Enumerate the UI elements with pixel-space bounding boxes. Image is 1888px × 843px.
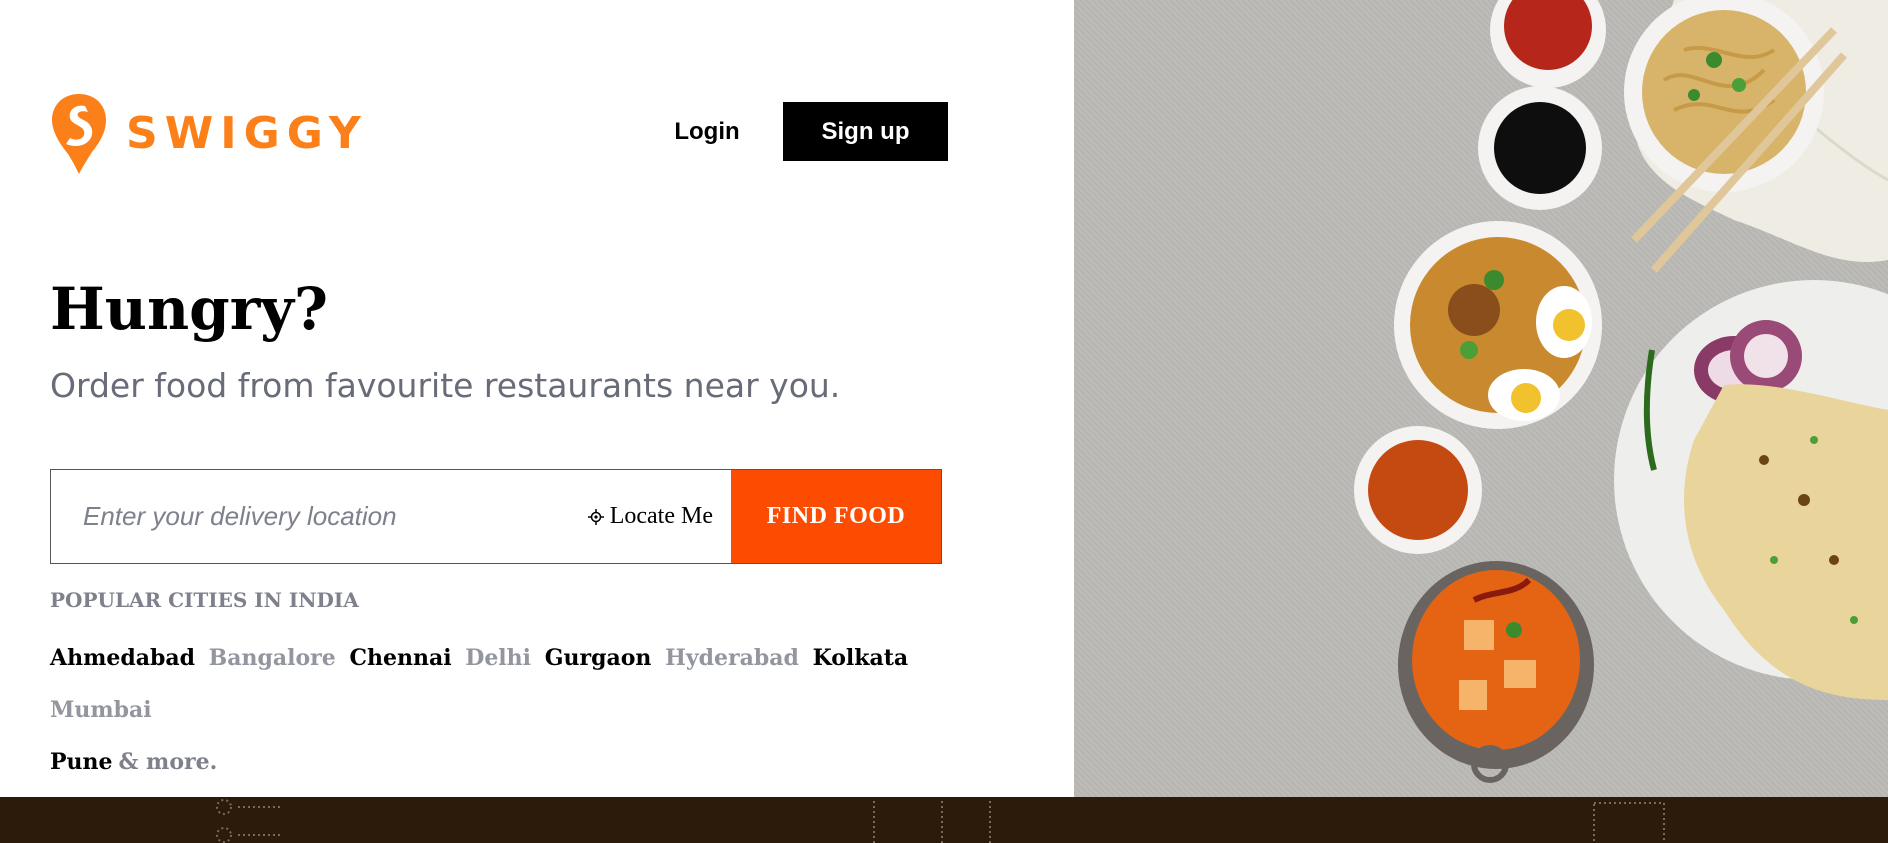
delivery-location-input[interactable] <box>51 470 578 563</box>
location-search-bar: Locate Me FIND FOOD <box>50 469 942 564</box>
city-link-hyderabad[interactable]: Hyderabad <box>665 645 799 671</box>
left-panel: SWIGGY Login Sign up Hungry? Order food … <box>0 0 1074 797</box>
food-spread-illustration <box>1074 0 1888 797</box>
city-link-mumbai[interactable]: Mumbai <box>50 697 152 723</box>
find-food-button[interactable]: FIND FOOD <box>731 470 941 563</box>
popular-cities-list: Ahmedabad Bangalore Chennai Delhi Gurgao… <box>50 632 950 788</box>
swiggy-logo-icon <box>52 94 106 174</box>
footer-decoration <box>216 799 1665 843</box>
locate-me-label: Locate Me <box>609 503 713 529</box>
signup-button[interactable]: Sign up <box>783 102 948 161</box>
locate-me-button[interactable]: Locate Me <box>578 470 731 563</box>
footer-strip <box>0 797 1888 843</box>
city-link-kolkata[interactable]: Kolkata <box>813 645 909 671</box>
city-link-chennai[interactable]: Chennai <box>349 645 451 671</box>
city-link-ahmedabad[interactable]: Ahmedabad <box>50 645 195 671</box>
crosshair-icon <box>587 508 604 525</box>
hero-food-image <box>1074 0 1888 797</box>
more-cities-link[interactable]: & more. <box>119 749 218 775</box>
city-link-gurgaon[interactable]: Gurgaon <box>545 645 652 671</box>
city-link-delhi[interactable]: Delhi <box>465 645 531 671</box>
swiggy-logo[interactable]: SWIGGY <box>50 92 368 176</box>
city-link-pune[interactable]: Pune <box>50 749 113 775</box>
hero-title: Hungry? <box>50 275 328 343</box>
city-link-bangalore[interactable]: Bangalore <box>209 645 336 671</box>
login-link[interactable]: Login <box>660 102 754 162</box>
popular-cities-heading: POPULAR CITIES IN INDIA <box>50 588 359 612</box>
brand-wordmark: SWIGGY <box>126 108 368 159</box>
hero-subtitle: Order food from favourite restaurants ne… <box>50 366 841 405</box>
